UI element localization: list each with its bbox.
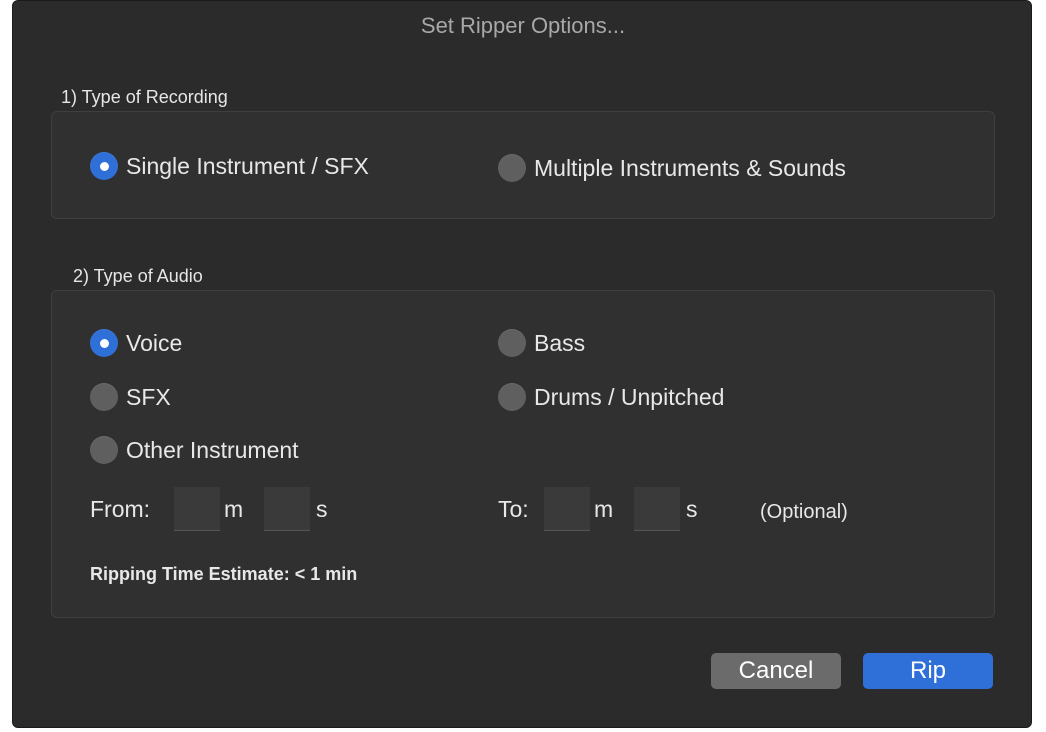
radio-label: Drums / Unpitched xyxy=(534,383,725,410)
to-label: To: xyxy=(498,496,529,522)
to-seconds-unit: s xyxy=(686,496,698,522)
from-seconds-field[interactable] xyxy=(264,487,310,531)
radio-drums-unpitched[interactable]: Drums / Unpitched xyxy=(498,383,724,411)
radio-label: SFX xyxy=(126,383,171,410)
radio-sfx[interactable]: SFX xyxy=(90,383,171,411)
radio-label: Multiple Instruments & Sounds xyxy=(534,154,846,181)
radio-bass[interactable]: Bass xyxy=(498,329,585,357)
radio-indicator-icon xyxy=(90,152,118,180)
from-minutes-field[interactable] xyxy=(174,487,220,531)
radio-label: Other Instrument xyxy=(126,436,299,463)
radio-other-instrument[interactable]: Other Instrument xyxy=(90,436,299,464)
ripping-time-estimate: Ripping Time Estimate: < 1 min xyxy=(90,564,358,584)
rip-button[interactable]: Rip xyxy=(863,653,993,689)
radio-indicator-icon xyxy=(498,383,526,411)
radio-indicator-icon xyxy=(90,436,118,464)
recording-type-label: 1) Type of Recording xyxy=(61,87,228,107)
audio-type-label: 2) Type of Audio xyxy=(73,266,203,286)
radio-indicator-icon xyxy=(498,329,526,357)
from-label: From: xyxy=(90,496,151,522)
optional-label: (Optional) xyxy=(760,501,848,523)
to-minutes-field[interactable] xyxy=(544,487,590,531)
dialog-title: Set Ripper Options... xyxy=(420,13,626,38)
radio-single-instrument[interactable]: Single Instrument / SFX xyxy=(90,152,369,180)
radio-voice[interactable]: Voice xyxy=(90,329,182,357)
recording-type-group: Single Instrument / SFX Multiple Instrum… xyxy=(51,111,995,219)
radio-multiple-instruments[interactable]: Multiple Instruments & Sounds xyxy=(498,154,846,182)
cancel-button[interactable]: Cancel xyxy=(711,653,841,689)
radio-label: Single Instrument / SFX xyxy=(126,152,369,179)
to-seconds-field[interactable] xyxy=(634,487,680,531)
ripper-options-dialog: Set Ripper Options... 1) Type of Recordi… xyxy=(12,0,1032,728)
radio-label: Voice xyxy=(126,329,183,356)
audio-type-group: Voice Bass SFX Drums / Unpitched Other I… xyxy=(51,290,995,618)
radio-indicator-icon xyxy=(498,154,526,182)
radio-label: Bass xyxy=(534,329,586,356)
from-seconds-unit: s xyxy=(316,496,328,522)
from-minutes-unit: m xyxy=(224,496,244,522)
to-minutes-unit: m xyxy=(594,496,614,522)
radio-indicator-icon xyxy=(90,383,118,411)
radio-indicator-icon xyxy=(90,329,118,357)
